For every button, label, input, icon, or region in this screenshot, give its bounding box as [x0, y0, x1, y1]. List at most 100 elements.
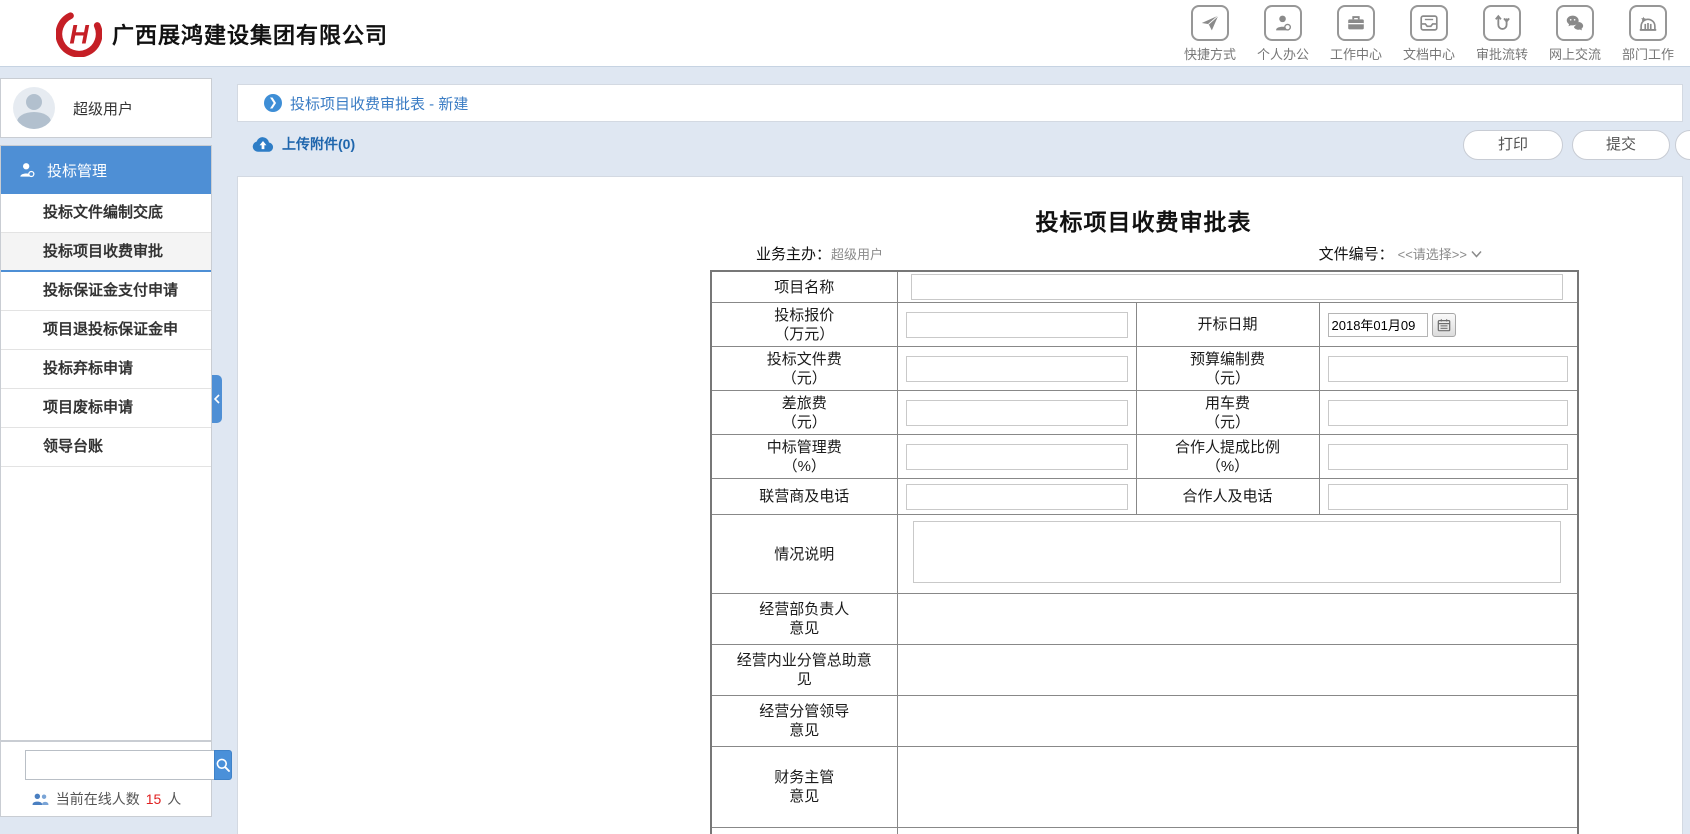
- people-icon: [31, 792, 50, 807]
- company-logo: H 广西展鸿建设集团有限公司: [56, 11, 388, 57]
- field-label-bid-price: 投标报价（万元）: [711, 303, 897, 347]
- upload-attachment-link[interactable]: 上传附件(0): [251, 134, 355, 154]
- breadcrumb-arrow-icon: ❯: [264, 94, 282, 112]
- docno-label: 文件编号：: [1319, 243, 1394, 264]
- calendar-button[interactable]: [1432, 313, 1456, 337]
- calendar-icon: [1437, 318, 1451, 332]
- form-action-row: 上传附件(0) 打印 提交: [237, 122, 1683, 174]
- joint-operator-phone-input[interactable]: [906, 484, 1128, 510]
- sidebar-item-bid-bond-payment[interactable]: 投标保证金支付申请: [1, 272, 211, 311]
- field-label-vehicle-fee: 用车费（元）: [1136, 391, 1319, 435]
- opinion-cell-dept-head: [897, 594, 1578, 645]
- breadcrumb-text: 投标项目收费审批表 - 新建: [290, 93, 468, 114]
- field-label-budget-fee: 预算编制费（元）: [1136, 347, 1319, 391]
- docno-field: 文件编号： <<请选择>>: [1319, 243, 1482, 264]
- toolbar-item-work-center[interactable]: 工作中心: [1322, 5, 1390, 63]
- toolbar-item-shortcuts[interactable]: 快捷方式: [1176, 5, 1244, 63]
- vehicle-fee-input[interactable]: [1328, 400, 1568, 426]
- opinion-cell-internal-assistant: [897, 645, 1578, 696]
- company-name: 广西展鸿建设集团有限公司: [112, 18, 388, 50]
- logo-h-icon: H: [56, 11, 102, 57]
- field-label-doc-fee: 投标文件费（元）: [711, 347, 897, 391]
- sidebar-item-bid-management[interactable]: 投标管理: [1, 146, 211, 194]
- online-users-label: 当前在线人数: [56, 789, 140, 809]
- opinion-label-internal-assistant: 经营内业分管总助意见: [711, 645, 897, 696]
- svg-text:H: H: [69, 20, 89, 50]
- award-mgmt-fee-input[interactable]: [906, 444, 1128, 470]
- open-date-input[interactable]: [1328, 313, 1428, 337]
- form-title: 投标项目收费审批表: [710, 203, 1577, 237]
- cloud-upload-icon: [251, 135, 275, 153]
- top-toolbar: 快捷方式 个人办公 工作中心 文档中心: [1176, 5, 1682, 63]
- partial-edge-button[interactable]: [1675, 130, 1690, 160]
- field-label-open-date: 开标日期: [1136, 303, 1319, 347]
- sidebar-item-label: 投标管理: [47, 160, 107, 181]
- online-users-status: 当前在线人数 15 人: [1, 789, 211, 809]
- toolbar-item-approval-flow[interactable]: 审批流转: [1468, 5, 1536, 63]
- sidebar-item-leader-ledger[interactable]: 领导台账: [1, 428, 211, 467]
- form-meta-row: 业务主办：超级用户 文件编号： <<请选择>>: [710, 243, 1577, 265]
- partial-row-cell: [897, 828, 1578, 834]
- chevron-left-icon: [214, 394, 220, 404]
- field-label-partner-phone: 合作人及电话: [1136, 479, 1319, 515]
- briefcase-icon: [1337, 5, 1375, 41]
- print-button[interactable]: 打印: [1463, 130, 1563, 160]
- form-panel: 投标项目收费审批表 业务主办：超级用户 文件编号： <<请选择>> 项目名称: [237, 176, 1683, 834]
- user-card: 超级用户: [0, 78, 212, 138]
- submit-button[interactable]: 提交: [1572, 130, 1670, 160]
- sidebar-search-box: 当前在线人数 15 人: [0, 741, 212, 817]
- top-header: H 广西展鸿建设集团有限公司 快捷方式 个人办公 工作中心: [0, 0, 1690, 67]
- field-label-award-mgmt-fee: 中标管理费（%）: [711, 435, 897, 479]
- app-window: H 广西展鸿建设集团有限公司 快捷方式 个人办公 工作中心: [0, 0, 1690, 834]
- bid-price-input[interactable]: [906, 312, 1128, 338]
- field-label-joint-operator-phone: 联营商及电话: [711, 479, 897, 515]
- handler-field: 业务主办：超级用户: [756, 243, 883, 264]
- upload-attachment-label: 上传附件(0): [282, 134, 355, 154]
- docno-select[interactable]: <<请选择>>: [1398, 244, 1467, 263]
- toolbar-item-personal-office[interactable]: 个人办公: [1249, 5, 1317, 63]
- field-label-project-name: 项目名称: [711, 271, 897, 303]
- sidebar-item-bid-abandon[interactable]: 投标弃标申请: [1, 350, 211, 389]
- person-icon: [1264, 5, 1302, 41]
- toolbar-item-online-chat[interactable]: 网上交流: [1541, 5, 1609, 63]
- sidebar-item-bid-bond-refund[interactable]: 项目退投标保证金申: [1, 311, 211, 350]
- uturn-arrows-icon: [1483, 5, 1521, 41]
- search-button[interactable]: [214, 750, 232, 780]
- budget-fee-input[interactable]: [1328, 356, 1568, 382]
- partner-phone-input[interactable]: [1328, 484, 1568, 510]
- partial-row-label-cell: [711, 828, 897, 834]
- travel-fee-input[interactable]: [906, 400, 1128, 426]
- opinion-label-dept-head: 经营部负责人意见: [711, 594, 897, 645]
- chevron-down-icon[interactable]: [1471, 250, 1482, 258]
- chat-bubbles-icon: [1556, 5, 1594, 41]
- user-name: 超级用户: [73, 98, 133, 119]
- user-avatar: [13, 87, 55, 129]
- field-label-partner-ratio: 合作人提成比例（%）: [1136, 435, 1319, 479]
- sidebar-item-bid-doc-briefing[interactable]: 投标文件编制交底: [1, 194, 211, 233]
- toolbar-item-document-center[interactable]: 文档中心: [1395, 5, 1463, 63]
- opinion-cell-leader: [897, 696, 1578, 747]
- department-building-icon: [1629, 5, 1667, 41]
- doc-fee-input[interactable]: [906, 356, 1128, 382]
- breadcrumb: ❯ 投标项目收费审批表 - 新建: [237, 84, 1683, 122]
- partner-ratio-input[interactable]: [1328, 444, 1568, 470]
- search-icon: [215, 757, 231, 773]
- document-tray-icon: [1410, 5, 1448, 41]
- handler-label: 业务主办：: [756, 246, 831, 263]
- opinion-label-finance-director: 财务主管意见: [711, 747, 897, 828]
- sidebar-item-bid-fee-approval[interactable]: 投标项目收费审批: [1, 233, 211, 272]
- sidebar-collapse-handle[interactable]: [212, 375, 222, 423]
- handler-value: 超级用户: [831, 247, 883, 262]
- online-users-count: 15: [146, 791, 162, 807]
- opinion-label-leader: 经营分管领导意见: [711, 696, 897, 747]
- project-name-input[interactable]: [911, 274, 1563, 300]
- person-badge-icon: [17, 160, 37, 180]
- sidebar-item-bid-invalid[interactable]: 项目废标申请: [1, 389, 211, 428]
- paper-plane-icon: [1191, 5, 1229, 41]
- search-input[interactable]: [25, 750, 214, 780]
- toolbar-item-department-work[interactable]: 部门工作: [1614, 5, 1682, 63]
- approval-form-table: 项目名称 投标报价（万元） 开标日期: [710, 270, 1579, 834]
- situation-textarea[interactable]: [913, 521, 1561, 583]
- sidebar-menu: 投标管理 投标文件编制交底 投标项目收费审批 投标保证金支付申请 项目退投标保证…: [0, 145, 212, 741]
- field-label-situation: 情况说明: [711, 515, 897, 594]
